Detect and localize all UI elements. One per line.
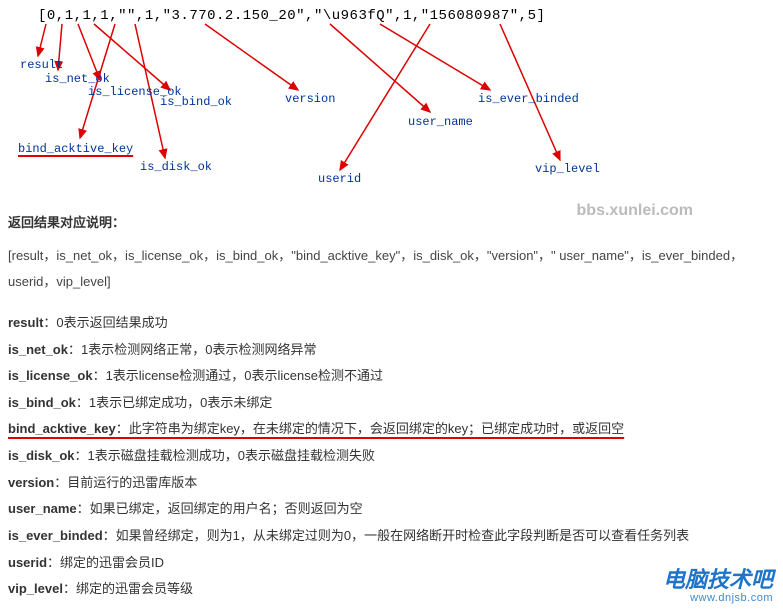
desc-is_net_ok: is_net_ok：1表示检测网络正常，0表示检测网络异常 bbox=[8, 337, 775, 364]
diagram-area: [0,1,1,1,"",1,"3.770.2.150_20","\u963fQ"… bbox=[0, 0, 783, 200]
field-list: [result，is_net_ok，is_license_ok，is_bind_… bbox=[8, 243, 775, 296]
desc-vip_level: vip_level：绑定的迅雷会员等级 bbox=[8, 576, 775, 603]
desc-user_name: user_name：如果已绑定，返回绑定的用户名；否则返回为空 bbox=[8, 496, 775, 523]
watermark-dnjsb: 电脑技术吧 www.dnjsb.com bbox=[663, 568, 773, 604]
label-result: result bbox=[20, 58, 63, 72]
desc-version: version：目前运行的迅雷库版本 bbox=[8, 470, 775, 497]
desc-is_license_ok: is_license_ok：1表示license检测通过，0表示license检… bbox=[8, 363, 775, 390]
desc-bind_acktive_key: bind_acktive_key：此字符串为绑定key，在未绑定的情况下，会返回… bbox=[8, 416, 775, 443]
desc-is_disk_ok: is_disk_ok：1表示磁盘挂载检测成功，0表示磁盘挂载检测失败 bbox=[8, 443, 775, 470]
watermark-bbs: bbs.xunlei.com bbox=[577, 202, 693, 220]
label-version: version bbox=[285, 92, 335, 106]
watermark-cn: 电脑技术吧 bbox=[663, 568, 773, 592]
desc-userid: userid：绑定的迅雷会员ID bbox=[8, 550, 775, 577]
label-user-name: user_name bbox=[408, 115, 473, 129]
label-is-bind-ok: is_bind_ok bbox=[160, 95, 232, 109]
label-userid: userid bbox=[318, 172, 361, 186]
label-is-disk-ok: is_disk_ok bbox=[140, 160, 212, 174]
desc-is_bind_ok: is_bind_ok：1表示已绑定成功，0表示未绑定 bbox=[8, 390, 775, 417]
watermark-url: www.dnjsb.com bbox=[663, 592, 773, 604]
label-is-ever-binded: is_ever_binded bbox=[478, 92, 579, 106]
desc-result: result：0表示返回结果成功 bbox=[8, 310, 775, 337]
arrows-svg bbox=[0, 0, 783, 200]
desc-is_ever_binded: is_ever_binded：如果曾经绑定，则为1，从未绑定过则为0，一般在网络… bbox=[8, 523, 775, 550]
content-area: 返回结果对应说明： [result，is_net_ok，is_license_o… bbox=[0, 200, 783, 603]
label-vip-level: vip_level bbox=[535, 162, 600, 176]
label-is-net-ok: is_net_ok bbox=[45, 72, 110, 86]
description-list: result：0表示返回结果成功is_net_ok：1表示检测网络正常，0表示检… bbox=[8, 310, 775, 603]
label-bind-acktive-key: bind_acktive_key bbox=[18, 142, 133, 156]
array-literal: [0,1,1,1,"",1,"3.770.2.150_20","\u963fQ"… bbox=[38, 8, 545, 24]
